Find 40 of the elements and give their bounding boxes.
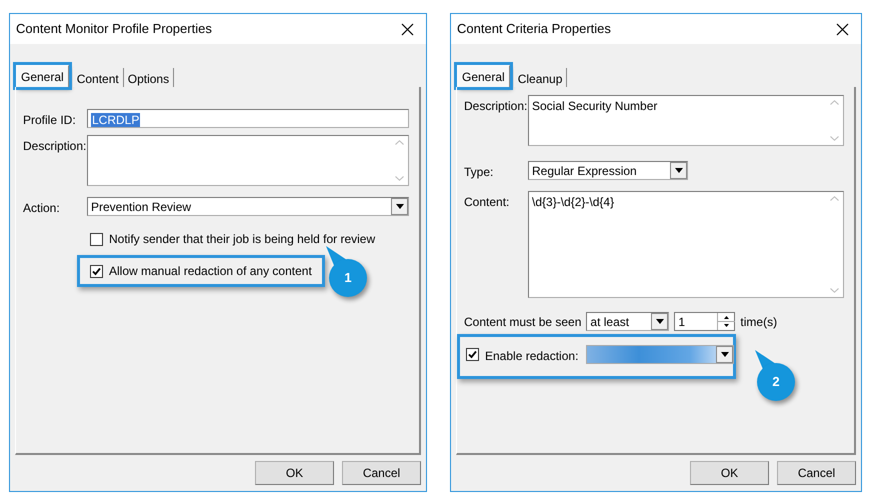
callout-marker: 2 (757, 363, 795, 401)
spin-box[interactable]: 1 (674, 312, 736, 331)
checkbox[interactable] (90, 232, 103, 246)
field-label: Action: (23, 200, 61, 217)
field-label: Profile ID: (23, 112, 77, 129)
dropdown[interactable]: Regular Expression (528, 161, 688, 180)
callout-marker: 1 (329, 259, 367, 297)
field-label: Type: (464, 164, 494, 181)
dialog-button[interactable]: Cancel (777, 461, 856, 485)
checkbox-label: Enable redaction: (485, 348, 578, 365)
field-label: Description: (464, 98, 528, 115)
checkbox[interactable] (466, 348, 479, 361)
check-icon (92, 266, 101, 276)
text-field[interactable]: LCRDLP (87, 109, 409, 128)
caret-icon (674, 168, 682, 173)
checkbox-label: Allow manual redaction of any content (109, 263, 312, 280)
dialog-button[interactable]: OK (255, 461, 334, 485)
check-icon (468, 350, 477, 359)
field-label: Description: (23, 138, 87, 155)
dialog-button[interactable]: Cancel (342, 461, 421, 485)
tab[interactable]: General (457, 65, 510, 87)
dropdown[interactable]: Prevention Review (87, 197, 409, 216)
window-title: Content Criteria Properties (457, 20, 611, 38)
dropdown-button[interactable] (651, 313, 668, 330)
dialog-button[interactable]: OK (690, 461, 769, 485)
dropdown-button[interactable] (391, 198, 408, 215)
checkbox[interactable] (90, 264, 103, 278)
dropdown-button[interactable] (716, 346, 734, 363)
checkbox-label: Notify sender that their job is being held for review (109, 231, 376, 248)
unit-label: time(s) (740, 314, 778, 330)
caret-icon (720, 352, 729, 357)
tab[interactable]: General (16, 65, 69, 87)
caret-icon (396, 204, 404, 209)
spin-arrows-icon (717, 313, 734, 330)
dropdown-button[interactable] (670, 162, 687, 179)
field-label: Content must be seen (464, 314, 582, 330)
window-title: Content Monitor Profile Properties (16, 20, 212, 38)
field-label: Content: (464, 194, 510, 211)
dropdown[interactable]: at least (586, 312, 670, 331)
caret-icon (656, 319, 664, 324)
